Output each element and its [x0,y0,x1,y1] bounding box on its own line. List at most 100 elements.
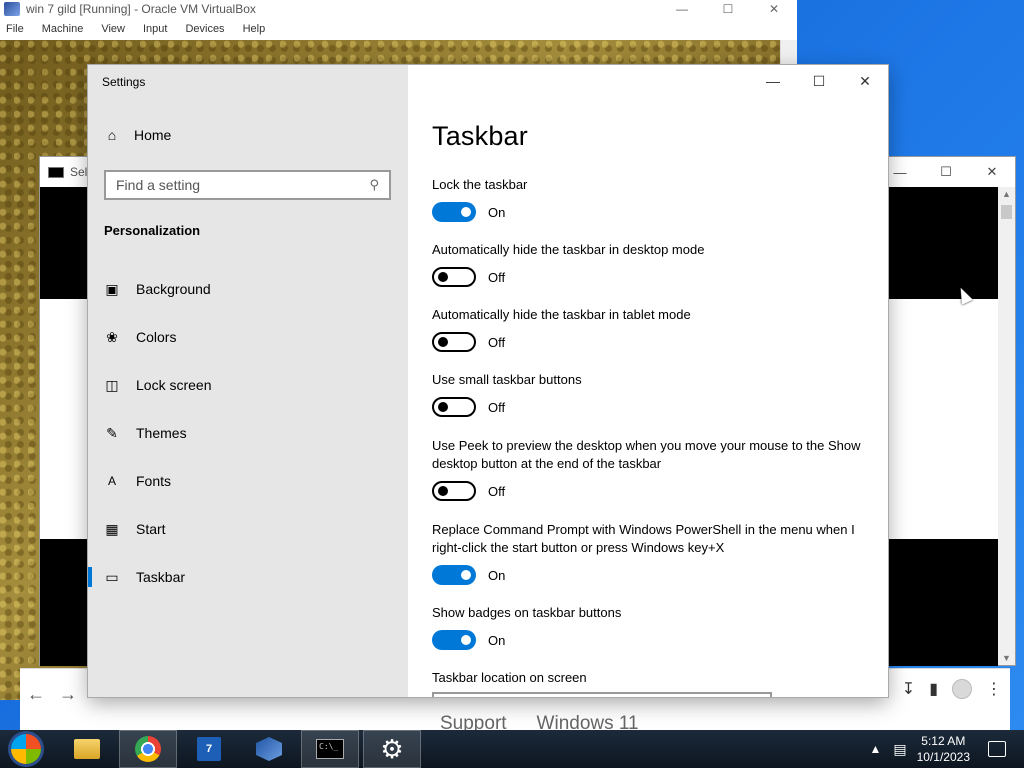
notification-icon[interactable] [988,741,1006,757]
side-panel-icon[interactable]: ▮ [929,679,938,699]
autohide-desktop-toggle[interactable] [432,267,476,287]
vbox-close-button[interactable]: ✕ [751,0,797,18]
search-input[interactable]: Find a setting ⚲ [104,170,391,200]
settings-minimize-button[interactable]: — [750,65,796,97]
virtualbox-icon [256,737,282,761]
menu-help[interactable]: Help [243,23,266,35]
menu-devices[interactable]: Devices [185,23,224,35]
settings-maximize-button[interactable]: ☐ [796,65,842,97]
sidebar-item-start[interactable]: ▦ Start [88,505,408,553]
menu-view[interactable]: View [101,23,125,35]
sidebar-item-themes[interactable]: ✎ Themes [88,409,408,457]
scroll-up-icon[interactable]: ▲ [998,189,1015,199]
scroll-down-icon[interactable]: ▼ [998,653,1015,663]
console-scrollbar[interactable]: ▲ ▼ [998,187,1015,665]
taskbar-settings[interactable]: ⚙ [363,730,421,768]
taskbar-location-dropdown[interactable] [432,692,772,697]
option-lock-taskbar: Lock the taskbar On [432,176,862,222]
scroll-thumb[interactable] [1001,205,1012,219]
sidebar-item-taskbar[interactable]: ▭ Taskbar [88,553,408,601]
option-label: Replace Command Prompt with Windows Powe… [432,522,855,555]
settings-app-title: Settings [102,75,146,89]
home-link[interactable]: ⌂ Home [104,127,172,143]
clock[interactable]: 5:12 AM 10/1/2023 [917,733,970,765]
menu-file[interactable]: File [6,23,24,35]
badges-toggle[interactable] [432,630,476,650]
console-window-controls: — ☐ ✕ [877,157,1015,187]
console-icon [48,166,64,178]
windows-logo-icon [11,734,41,764]
taskbar-chrome[interactable] [119,730,177,768]
settings-window: Settings ⌂ Home Find a setting ⚲ Persona… [88,65,888,697]
lock-screen-icon: ◫ [105,376,119,393]
option-location: Taskbar location on screen [432,669,862,687]
sidebar-item-colors[interactable]: ❀ Colors [88,313,408,361]
toggle-state: Off [488,269,506,285]
home-icon: ⌂ [107,127,117,143]
themes-icon: ✎ [106,424,118,441]
taskbar-explorer[interactable] [58,730,116,768]
download-icon[interactable]: ↧ [902,679,915,699]
search-icon[interactable]: ⚲ [369,177,379,193]
menu-input[interactable]: Input [143,23,167,35]
folder-icon [74,739,100,759]
console-maximize-button[interactable]: ☐ [923,157,969,187]
settings-close-button[interactable]: ✕ [842,65,888,97]
section-heading: Personalization [104,223,201,238]
virtualbox-icon [4,2,20,16]
virtualbox-title: win 7 gild [Running] - Oracle VM Virtual… [26,2,256,16]
sidebar-item-label: Themes [136,425,187,441]
profile-avatar[interactable] [952,679,972,699]
sidebar-item-lock-screen[interactable]: ◫ Lock screen [88,361,408,409]
option-small-buttons: Use small taskbar buttons Off [432,371,862,417]
menu-machine[interactable]: Machine [42,23,84,35]
win7-app-icon: 7 [197,737,221,761]
toggle-state: On [488,567,506,583]
tray-chevron-icon[interactable]: ▲ [869,742,881,756]
taskbar-cmd[interactable]: C:\_ [301,730,359,768]
small-buttons-toggle[interactable] [432,397,476,417]
start-button[interactable] [6,732,46,766]
toggle-state: On [488,204,506,220]
image-icon: ▣ [105,280,119,297]
settings-nav-pane: Settings ⌂ Home Find a setting ⚲ Persona… [88,65,408,697]
settings-window-controls: — ☐ ✕ [750,65,888,97]
settings-content: — ☐ ✕ Taskbar Lock the taskbar On Automa… [432,65,888,697]
clock-time: 5:12 AM [921,734,966,748]
option-label: Automatically hide the taskbar in deskto… [432,242,705,257]
vbox-minimize-button[interactable]: — [659,0,705,18]
peek-toggle[interactable] [432,481,476,501]
start-icon: ▦ [105,520,119,537]
toggle-state: On [488,632,506,648]
vbox-maximize-button[interactable]: ☐ [705,0,751,18]
console-close-button[interactable]: ✕ [969,157,1015,187]
lock-taskbar-toggle[interactable] [432,202,476,222]
sidebar-item-label: Lock screen [136,377,212,393]
option-label: Use Peek to preview the desktop when you… [432,438,861,471]
toggle-state: Off [488,334,506,350]
gear-icon: ⚙ [380,734,404,764]
option-label: Automatically hide the taskbar in tablet… [432,307,691,322]
sidebar-item-label: Taskbar [136,569,186,585]
network-icon[interactable]: ▤ [893,741,906,758]
option-label: Use small taskbar buttons [432,372,582,387]
taskbar-virtualbox[interactable] [240,730,298,768]
taskbar-win7-app[interactable]: 7 [180,730,238,768]
sidebar-item-fonts[interactable]: A Fonts [88,457,408,505]
virtualbox-menubar: File Machine View Input Devices Help [0,18,797,40]
autohide-tablet-toggle[interactable] [432,332,476,352]
option-label: Taskbar location on screen [432,670,587,685]
clock-date: 10/1/2023 [916,750,970,764]
toggle-state: Off [488,399,506,415]
back-icon[interactable]: ← [20,684,52,705]
sidebar-item-label: Colors [136,329,177,345]
sidebar-item-background[interactable]: ▣ Background [88,265,408,313]
sidebar-item-label: Fonts [136,473,172,489]
taskbar: 7 C:\_ ⚙ ▲ ▤ 5:12 AM 10/1/2023 [0,730,1024,768]
menu-dots-icon[interactable]: ⋮ [986,679,1002,699]
sidebar-item-label: Background [136,281,211,297]
search-placeholder: Find a setting [116,177,201,193]
palette-icon: ❀ [106,328,118,345]
powershell-toggle[interactable] [432,565,476,585]
forward-icon[interactable]: → [52,684,84,705]
